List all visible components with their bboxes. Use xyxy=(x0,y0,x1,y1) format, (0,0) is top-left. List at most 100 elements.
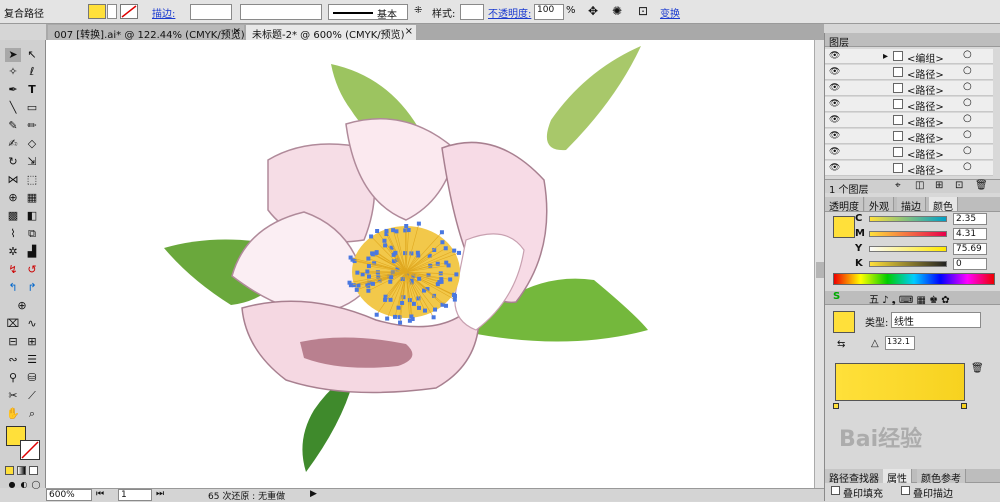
layer-row[interactable]: 👁<路径>○ xyxy=(825,113,993,128)
status-menu-icon[interactable]: ▶ xyxy=(310,489,317,499)
tab-untitled-2[interactable]: 未标题-2* @ 600% (CMYK/预览) × xyxy=(246,25,416,40)
list-tool-icon[interactable]: ☰ xyxy=(24,353,40,367)
prev-artboard-icon[interactable]: ⏮ xyxy=(96,489,104,499)
gradient-angle-input[interactable]: 132.1 xyxy=(885,336,915,350)
knife-tool-icon[interactable]: ⟋ xyxy=(24,389,40,403)
blend-tool-icon[interactable]: ⧉ xyxy=(24,227,40,241)
settings-icon[interactable]: ✺ xyxy=(612,4,622,18)
eye-icon[interactable]: 👁 xyxy=(829,131,839,141)
zoom-path-tool-icon[interactable]: ↱ xyxy=(24,281,40,295)
target-icon[interactable]: ○ xyxy=(963,49,972,60)
artboard-number-input[interactable]: 1 xyxy=(118,489,152,501)
channel-k-slider[interactable] xyxy=(869,261,947,267)
layer-row[interactable]: 👁▸<编组>○ xyxy=(825,49,993,64)
mesh-tool-icon[interactable]: ▩ xyxy=(5,209,21,223)
tab-transparency[interactable]: 透明度 xyxy=(825,197,864,211)
blob-brush-tool-icon[interactable]: ✍ xyxy=(5,137,21,151)
gradient-preview-swatch[interactable] xyxy=(833,311,855,333)
overprint-fill-checkbox[interactable] xyxy=(831,486,840,495)
tab-attributes[interactable]: 属性 xyxy=(883,469,912,483)
expand-icon[interactable]: ▸ xyxy=(883,51,888,62)
color-spectrum[interactable] xyxy=(833,273,995,285)
layers-tab[interactable]: 图层 xyxy=(829,38,849,49)
channel-y-input[interactable]: 75.69 xyxy=(953,243,987,255)
fill-dropdown[interactable] xyxy=(107,4,117,19)
hand-path-tool-icon[interactable]: ↰ xyxy=(5,281,21,295)
next-artboard-icon[interactable]: ⏭ xyxy=(156,489,164,499)
tab-color-guide[interactable]: 颜色参考 xyxy=(917,469,966,483)
magic-wand-tool-icon[interactable]: ✧ xyxy=(5,65,21,79)
channel-k-input[interactable]: 0 xyxy=(953,258,987,270)
gradient-tool-icon[interactable]: ◧ xyxy=(24,209,40,223)
target-icon[interactable]: ○ xyxy=(963,161,972,172)
artboard-canvas[interactable] xyxy=(46,40,814,488)
live-paint-tool-icon[interactable]: ▦ xyxy=(24,191,40,205)
scroll-thumb[interactable] xyxy=(816,262,824,278)
stroke-link[interactable]: 描边: xyxy=(152,5,175,20)
scissors-tool-icon[interactable]: ✂ xyxy=(5,389,21,403)
paint-bucket-icon[interactable]: ⛁ xyxy=(24,371,40,385)
layer-row[interactable]: 👁<路径>○ xyxy=(825,129,993,144)
color-mode-icon[interactable] xyxy=(5,466,14,475)
eyedropper-tool-icon[interactable]: ⌇ xyxy=(5,227,21,241)
slice-tool-icon[interactable]: ↺ xyxy=(24,263,40,277)
eye-icon[interactable]: 👁 xyxy=(829,67,839,77)
recolor-icon[interactable]: ⁜ xyxy=(414,5,422,16)
layer-row[interactable]: 👁<路径>○ xyxy=(825,65,993,80)
target-icon[interactable]: ○ xyxy=(963,97,972,108)
close-icon[interactable]: × xyxy=(405,26,413,37)
envelope-tool-icon[interactable]: ⌧ xyxy=(5,317,21,331)
eye-icon[interactable]: 👁 xyxy=(829,83,839,93)
tab-pathfinder[interactable]: 路径查找器 xyxy=(825,469,884,483)
eye-icon[interactable]: 👁 xyxy=(829,163,839,173)
eye-icon[interactable]: 👁 xyxy=(829,147,839,157)
selection-tool-icon[interactable]: ➤ xyxy=(5,48,21,62)
scale-tool-icon[interactable]: ⇲ xyxy=(24,155,40,169)
eye-icon[interactable]: 👁 xyxy=(829,115,839,125)
channel-m-input[interactable]: 4.31 xyxy=(953,228,987,240)
tab-color[interactable]: 颜色 xyxy=(929,197,958,211)
none-mode-icon[interactable] xyxy=(29,466,38,475)
channel-c-slider[interactable] xyxy=(869,216,947,222)
tab-stroke[interactable]: 描边 xyxy=(897,197,926,211)
tab-appearance[interactable]: 外观 xyxy=(865,197,894,211)
stroke-color-box[interactable] xyxy=(20,440,40,460)
target-icon[interactable]: ○ xyxy=(963,65,972,76)
align-icon[interactable]: ✥ xyxy=(588,4,598,18)
layer-row[interactable]: 👁<路径>○ xyxy=(825,97,993,112)
eraser-tool-icon[interactable]: ◇ xyxy=(24,137,40,151)
perspective-tool-icon[interactable]: ⊟ xyxy=(5,335,21,349)
free-transform-tool-icon[interactable]: ⬚ xyxy=(24,173,40,187)
layer-row[interactable]: 👁<路径>○ xyxy=(825,81,993,96)
eye-icon[interactable]: 👁 xyxy=(829,99,839,109)
reverse-gradient-icon[interactable]: ⇆ xyxy=(837,339,845,350)
style-dropdown[interactable] xyxy=(460,4,484,20)
direct-selection-tool-icon[interactable]: ↖ xyxy=(24,48,40,62)
target-icon[interactable]: ○ xyxy=(963,129,972,140)
lasso-tool-icon[interactable]: ℓ xyxy=(24,65,40,79)
artboard-tool-icon[interactable]: ↯ xyxy=(5,263,21,277)
vertical-scrollbar[interactable] xyxy=(814,40,824,488)
rectangle-tool-icon[interactable]: ▭ xyxy=(24,101,40,115)
layer-row[interactable]: 👁<路径>○ xyxy=(825,161,993,176)
close-icon[interactable]: × xyxy=(233,26,241,37)
opacity-link[interactable]: 不透明度: xyxy=(488,5,531,20)
line-tool-icon[interactable]: ╲ xyxy=(5,101,21,115)
transform-icon[interactable]: ⊡ xyxy=(638,4,648,18)
shape-builder-tool-icon[interactable]: ⊕ xyxy=(5,191,21,205)
overprint-stroke-checkbox[interactable] xyxy=(901,486,910,495)
warp-tool-icon[interactable]: ∿ xyxy=(24,317,40,331)
transform-link[interactable]: 变换 xyxy=(660,5,680,20)
zoom-dropdown[interactable]: 600% xyxy=(46,489,92,501)
draw-inside-icon[interactable]: ◯ xyxy=(28,478,44,492)
eyedropper-color-icon[interactable]: ⚲ xyxy=(5,371,21,385)
gradient-stop-left[interactable] xyxy=(833,403,839,409)
new-sublayer-icon[interactable]: ⊞ xyxy=(935,180,943,191)
trash-icon[interactable]: 🗑 xyxy=(975,180,988,191)
tab-doc-007[interactable]: 007 [转换].ai* @ 122.44% (CMYK/预览) × xyxy=(48,25,244,40)
symbol-sprayer-tool-icon[interactable]: ✲ xyxy=(5,245,21,259)
paintbrush-tool-icon[interactable]: ✎ xyxy=(5,119,21,133)
width-tool-icon[interactable]: ⋈ xyxy=(5,173,21,187)
rotate-tool-icon[interactable]: ↻ xyxy=(5,155,21,169)
gradient-mode-icon[interactable] xyxy=(17,466,26,475)
